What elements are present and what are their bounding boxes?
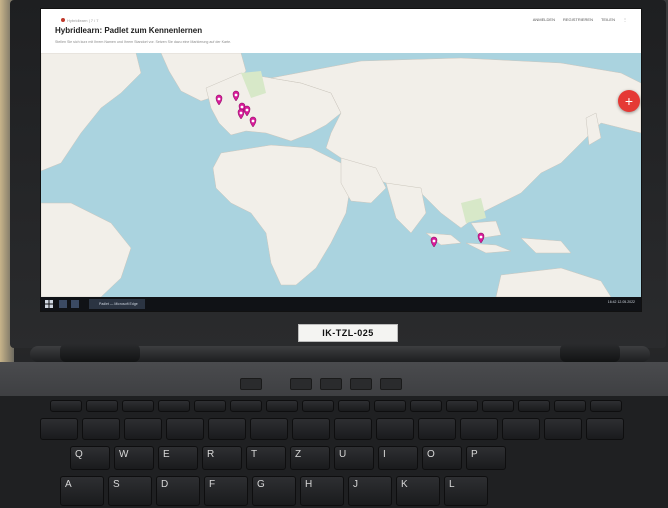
function-key[interactable] bbox=[374, 400, 406, 412]
function-key[interactable] bbox=[230, 400, 262, 412]
media-buttons bbox=[240, 378, 410, 390]
media-button-3[interactable] bbox=[320, 378, 342, 390]
function-key[interactable] bbox=[194, 400, 226, 412]
hinge-left bbox=[60, 344, 140, 362]
function-key[interactable] bbox=[446, 400, 478, 412]
key-f[interactable]: F bbox=[204, 476, 248, 506]
login-link[interactable]: ANMELDEN bbox=[533, 17, 555, 22]
function-key[interactable] bbox=[86, 400, 118, 412]
key-l[interactable]: L bbox=[444, 476, 488, 506]
share-link[interactable]: TEILEN bbox=[601, 17, 615, 22]
system-tray-clock[interactable]: 16:42 12.05.2022 bbox=[608, 300, 635, 304]
function-key[interactable] bbox=[518, 400, 550, 412]
add-post-button[interactable]: + bbox=[618, 90, 640, 112]
land-africa bbox=[212, 144, 352, 286]
page-subtitle: Stellen Sie sich kurz mit Ihrem Namen un… bbox=[55, 40, 232, 44]
hinge-right bbox=[560, 344, 620, 362]
function-key[interactable] bbox=[50, 400, 82, 412]
page-title: Hybridlearn: Padlet zum Kennenlernen bbox=[55, 26, 203, 35]
function-key[interactable] bbox=[590, 400, 622, 412]
number-key[interactable] bbox=[418, 418, 456, 440]
key-i[interactable]: I bbox=[378, 446, 418, 470]
function-key[interactable] bbox=[482, 400, 514, 412]
media-button-1[interactable] bbox=[240, 378, 262, 390]
map-pin-center bbox=[239, 111, 243, 115]
key-t[interactable]: T bbox=[246, 446, 286, 470]
map-pin-center bbox=[251, 119, 255, 123]
media-button-2[interactable] bbox=[290, 378, 312, 390]
number-key[interactable] bbox=[292, 418, 330, 440]
key-p[interactable]: P bbox=[466, 446, 506, 470]
key-k[interactable]: K bbox=[396, 476, 440, 506]
world-map[interactable]: + bbox=[41, 53, 641, 297]
map-pin-center bbox=[479, 235, 483, 239]
key-a[interactable]: A bbox=[60, 476, 104, 506]
number-key[interactable] bbox=[460, 418, 498, 440]
map-pin-center bbox=[234, 93, 238, 97]
key-r[interactable]: R bbox=[202, 446, 242, 470]
key-s[interactable]: S bbox=[108, 476, 152, 506]
number-key[interactable] bbox=[376, 418, 414, 440]
map-pin-center bbox=[240, 105, 244, 109]
number-key[interactable] bbox=[40, 418, 78, 440]
asset-tag-label: IK-TZL-025 bbox=[298, 324, 398, 342]
number-key[interactable] bbox=[250, 418, 288, 440]
key-o[interactable]: O bbox=[422, 446, 462, 470]
media-button-4[interactable] bbox=[350, 378, 372, 390]
function-key[interactable] bbox=[410, 400, 442, 412]
function-key[interactable] bbox=[266, 400, 298, 412]
search-icon[interactable] bbox=[59, 300, 67, 308]
key-u[interactable]: U bbox=[334, 446, 374, 470]
map-pin-center bbox=[217, 97, 221, 101]
map-pin-center bbox=[245, 108, 249, 112]
taskbar-browser-button[interactable]: Padlet — Microsoft Edge bbox=[89, 299, 145, 309]
more-menu-icon[interactable]: ⋮ bbox=[623, 17, 627, 22]
keyboard: QWERTZUIOP ASDFGHJKL bbox=[0, 396, 668, 508]
key-w[interactable]: W bbox=[114, 446, 154, 470]
top-menu: ANMELDEN REGISTRIEREN TEILEN ⋮ bbox=[533, 17, 627, 22]
padlet-header: Hybridlearn | 7 / 7 Hybridlearn: Padlet … bbox=[41, 9, 641, 54]
key-q[interactable]: Q bbox=[70, 446, 110, 470]
number-key[interactable] bbox=[82, 418, 120, 440]
key-g[interactable]: G bbox=[252, 476, 296, 506]
function-key[interactable] bbox=[122, 400, 154, 412]
number-key[interactable] bbox=[586, 418, 624, 440]
land-indonesia-2 bbox=[465, 242, 512, 254]
windows-start-icon[interactable] bbox=[45, 300, 53, 308]
windows-taskbar: Padlet — Microsoft Edge 16:42 12.05.2022 bbox=[41, 297, 641, 311]
key-d[interactable]: D bbox=[156, 476, 200, 506]
land-borneo bbox=[470, 220, 502, 239]
key-h[interactable]: H bbox=[300, 476, 344, 506]
land-australia bbox=[495, 267, 612, 297]
laptop-screen: Hybridlearn | 7 / 7 Hybridlearn: Padlet … bbox=[40, 8, 642, 312]
number-key[interactable] bbox=[502, 418, 540, 440]
number-key[interactable] bbox=[208, 418, 246, 440]
key-z[interactable]: Z bbox=[290, 446, 330, 470]
number-key[interactable] bbox=[166, 418, 204, 440]
register-link[interactable]: REGISTRIEREN bbox=[563, 17, 593, 22]
map-pin-center bbox=[432, 239, 436, 243]
number-key[interactable] bbox=[334, 418, 372, 440]
function-key[interactable] bbox=[158, 400, 190, 412]
photo-scene: Hybridlearn | 7 / 7 Hybridlearn: Padlet … bbox=[0, 0, 668, 508]
map-canvas bbox=[41, 53, 641, 297]
key-e[interactable]: E bbox=[158, 446, 198, 470]
function-key[interactable] bbox=[338, 400, 370, 412]
key-j[interactable]: J bbox=[348, 476, 392, 506]
land-south-america bbox=[41, 202, 132, 297]
land-north-america bbox=[41, 53, 142, 172]
media-button-5[interactable] bbox=[380, 378, 402, 390]
function-key[interactable] bbox=[554, 400, 586, 412]
land-new-guinea bbox=[520, 237, 572, 254]
padlet-logo-icon bbox=[61, 18, 65, 22]
number-key[interactable] bbox=[124, 418, 162, 440]
task-view-icon[interactable] bbox=[71, 300, 79, 308]
function-key[interactable] bbox=[302, 400, 334, 412]
breadcrumb[interactable]: Hybridlearn | 7 / 7 bbox=[67, 18, 99, 23]
number-key[interactable] bbox=[544, 418, 582, 440]
land-india bbox=[385, 182, 427, 234]
